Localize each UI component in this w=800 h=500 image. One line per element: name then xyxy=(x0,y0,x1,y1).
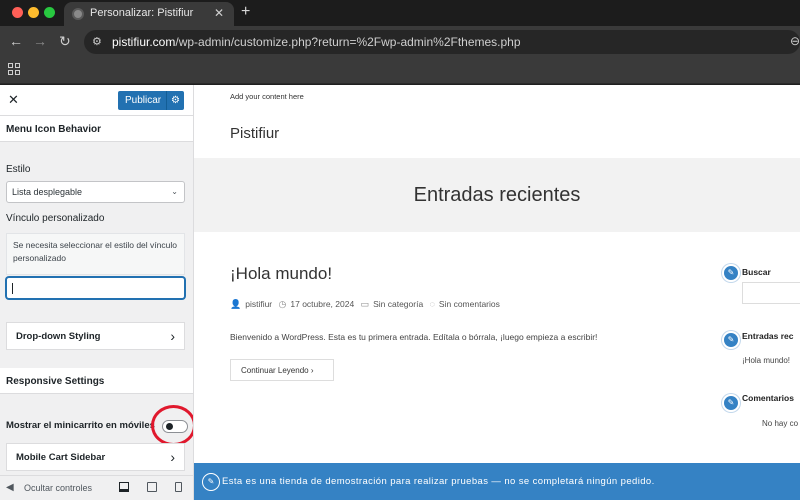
forward-icon[interactable]: → xyxy=(33,33,47,49)
widget-recent-title: Entradas rec xyxy=(742,331,794,341)
dropdown-styling-button[interactable]: Drop-down Styling › xyxy=(6,322,185,350)
url-text: pistifiur.com/wp-admin/customize.php?ret… xyxy=(112,35,521,49)
dropdown-styling-label: Drop-down Styling xyxy=(16,331,101,342)
topbar-text: Add your content here xyxy=(230,92,304,101)
responsive-settings-title: Responsive Settings xyxy=(0,368,193,394)
tab-title: Personalizar: Pistifiur xyxy=(90,7,194,19)
widget-search-input[interactable] xyxy=(742,282,800,304)
mobile-preview-icon[interactable] xyxy=(175,482,182,492)
apps-grid-icon[interactable] xyxy=(8,63,20,75)
close-icon[interactable]: ✕ xyxy=(8,92,19,108)
custom-link-notice: Se necesita seleccionar el estilo del ví… xyxy=(6,233,185,275)
customizer-footer: ◀ Ocultar controles xyxy=(0,475,193,500)
hide-controls-button[interactable]: Ocultar controles xyxy=(24,483,92,493)
edit-icon[interactable]: ✎ xyxy=(202,473,220,491)
site-settings-icon[interactable]: ⚙ xyxy=(92,35,102,48)
zoom-icon[interactable]: ⊖ xyxy=(790,34,800,48)
url-domain: pistifiur.com xyxy=(112,35,176,49)
back-icon[interactable]: ← xyxy=(9,33,23,49)
wordpress-icon xyxy=(72,8,84,20)
widget-comments-item: No hay co xyxy=(762,419,799,428)
read-more-label: Continuar Leyendo xyxy=(241,366,309,375)
window-close-button[interactable] xyxy=(12,7,23,18)
comment-icon: ◌ xyxy=(429,299,435,309)
chevron-right-icon: › xyxy=(170,328,175,344)
browser-tab[interactable]: Personalizar: Pistifiur ✕ xyxy=(64,2,234,26)
site-preview: Add your content here Pistifiur Entradas… xyxy=(194,85,800,500)
post-excerpt: Bienvenido a WordPress. Esta es tu prime… xyxy=(230,332,598,342)
customizer-header: ✕ Publicar ⚙ xyxy=(0,85,193,116)
url-path: /wp-admin/customize.php?return=%2Fwp-adm… xyxy=(175,35,521,49)
section-title: Menu Icon Behavior xyxy=(0,116,193,142)
style-select[interactable]: Lista desplegable ⌄ xyxy=(6,181,185,203)
chevron-right-icon: › xyxy=(170,449,175,465)
post-comments[interactable]: Sin comentarios xyxy=(439,299,500,309)
custom-link-label: Vínculo personalizado xyxy=(6,213,105,224)
gear-icon[interactable]: ⚙ xyxy=(166,91,184,110)
custom-link-input[interactable] xyxy=(6,277,185,299)
store-notice-bar: ✎ Esta es una tienda de demostración par… xyxy=(194,463,800,500)
widget-comments-title: Comentarios xyxy=(742,393,794,403)
post-date[interactable]: 17 octubre, 2024 xyxy=(290,299,354,309)
chevron-down-icon: ⌄ xyxy=(171,187,178,196)
author-icon: 👤 xyxy=(230,299,242,309)
browser-titlebar: Personalizar: Pistifiur ✕ + xyxy=(0,0,800,26)
post-meta: 👤 pistifiur ◷ 17 octubre, 2024 ▭ Sin catego… xyxy=(230,299,504,310)
widget-search-title: Buscar xyxy=(742,267,771,277)
widget-recent-item[interactable]: ¡Hola mundo! xyxy=(742,356,790,365)
edit-widget-icon[interactable]: ✎ xyxy=(722,331,740,349)
text-caret xyxy=(12,283,13,294)
read-more-button[interactable]: Continuar Leyendo › xyxy=(230,359,334,381)
post-author[interactable]: pistifiur xyxy=(245,299,272,309)
window-minimize-button[interactable] xyxy=(28,7,39,18)
mobile-cart-sidebar-label: Mobile Cart Sidebar xyxy=(16,452,106,463)
folder-icon: ▭ xyxy=(360,299,370,309)
collapse-icon[interactable]: ◀ xyxy=(6,482,14,493)
address-bar[interactable]: ⚙ pistifiur.com/wp-admin/customize.php?r… xyxy=(84,30,800,54)
mobile-cart-sidebar-button[interactable]: Mobile Cart Sidebar › xyxy=(6,443,185,471)
hero-banner: Entradas recientes xyxy=(194,158,800,232)
bookmarks-bar xyxy=(0,58,800,84)
style-label: Estilo xyxy=(6,164,31,175)
edit-widget-icon[interactable]: ✎ xyxy=(722,394,740,412)
tablet-preview-icon[interactable] xyxy=(147,482,157,492)
window-zoom-button[interactable] xyxy=(44,7,55,18)
desktop-preview-icon[interactable] xyxy=(119,482,129,492)
tab-close-icon[interactable]: ✕ xyxy=(214,6,224,20)
post-title[interactable]: ¡Hola mundo! xyxy=(230,264,332,284)
highlight-circle xyxy=(151,405,193,446)
post-category[interactable]: Sin categoría xyxy=(373,299,423,309)
browser-navbar: ← → ↻ ⚙ pistifiur.com/wp-admin/customize… xyxy=(0,26,800,58)
new-tab-icon[interactable]: + xyxy=(241,3,250,21)
reload-icon[interactable]: ↻ xyxy=(59,33,71,50)
store-notice-text: Esta es una tienda de demostración para … xyxy=(222,476,655,487)
publish-label: Publicar xyxy=(125,95,162,106)
style-select-value: Lista desplegable xyxy=(12,187,83,197)
clock-icon: ◷ xyxy=(278,299,287,309)
edit-widget-icon[interactable]: ✎ xyxy=(722,264,740,282)
hero-title: Entradas recientes xyxy=(413,184,581,206)
mini-cart-label: Mostrar el minicarrito en móviles xyxy=(6,420,155,431)
customizer-sidebar: ✕ Publicar ⚙ Menu Icon Behavior Estilo L… xyxy=(0,85,194,500)
publish-button[interactable]: Publicar ⚙ xyxy=(118,91,184,110)
site-title[interactable]: Pistifiur xyxy=(230,125,279,142)
